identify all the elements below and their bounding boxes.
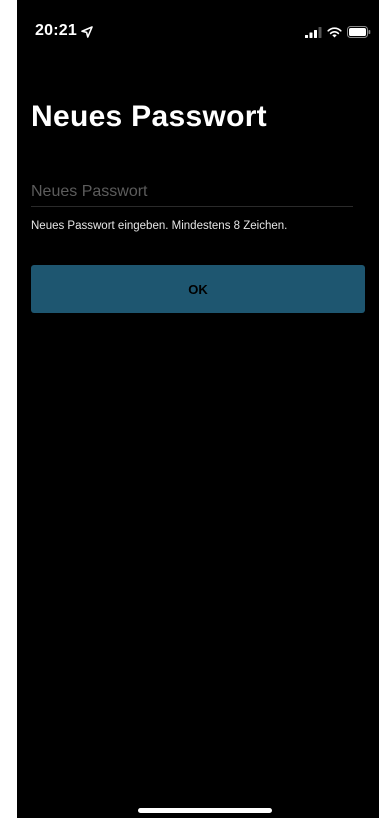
status-icons xyxy=(305,25,371,43)
status-bar: 20:21 xyxy=(17,0,379,64)
new-password-field[interactable] xyxy=(31,178,353,207)
location-arrow-icon xyxy=(81,25,93,38)
password-hint: Neues Passwort eingeben. Mindestens 8 Ze… xyxy=(31,220,288,232)
status-time-container: 20:21 xyxy=(35,22,93,40)
wifi-icon xyxy=(327,25,342,43)
page-title: Neues Passwort xyxy=(31,100,267,133)
battery-icon xyxy=(347,25,371,43)
ok-button[interactable]: OK xyxy=(31,265,365,313)
signal-icon xyxy=(305,25,322,43)
status-time: 20:21 xyxy=(35,22,77,39)
home-indicator[interactable] xyxy=(138,808,272,813)
app-screen: 20:21 Neues Passwort Neues Passwort eing… xyxy=(17,0,379,818)
